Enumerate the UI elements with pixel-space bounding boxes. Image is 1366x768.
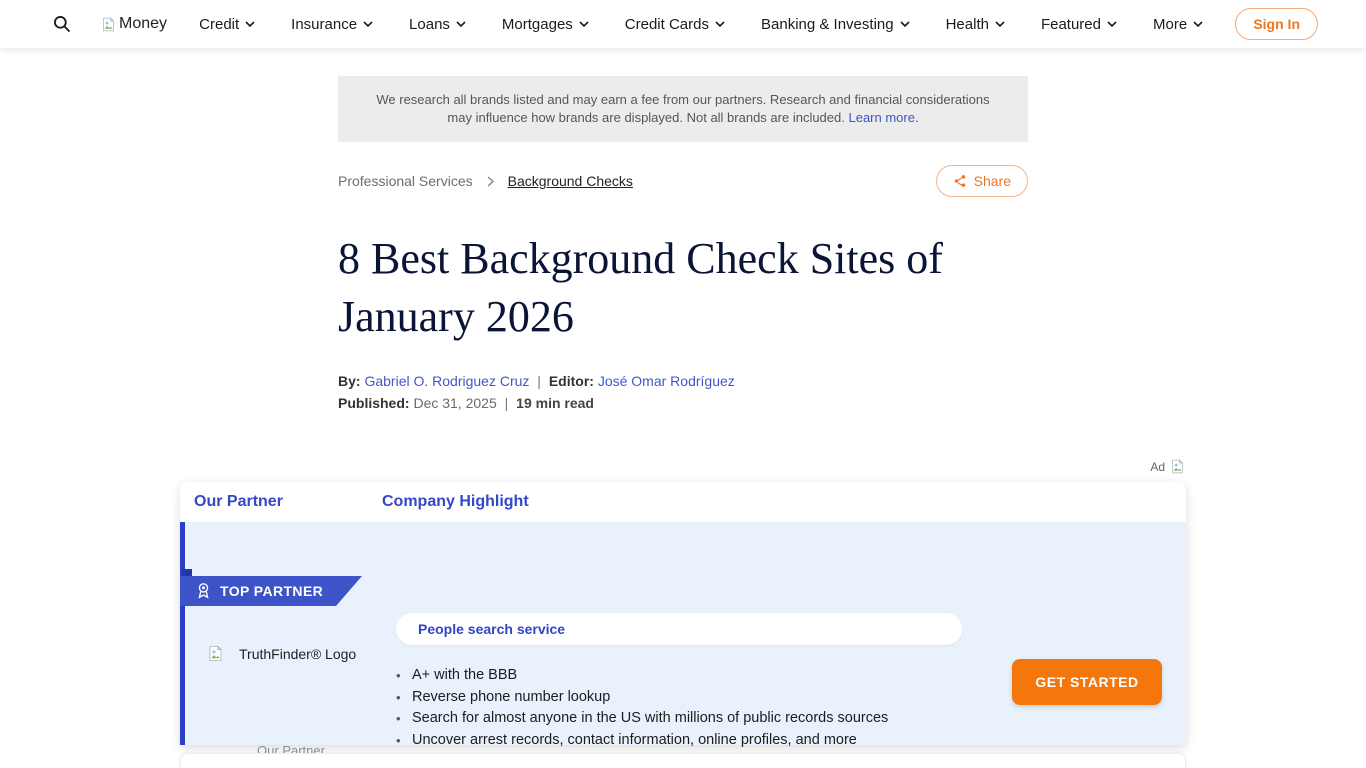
chevron-down-icon [900,21,910,28]
nav-item-featured[interactable]: Featured [1041,16,1117,33]
logo-alt-text: Money [119,15,167,33]
chevron-down-icon [456,21,466,28]
breadcrumb-professional-services[interactable]: Professional Services [338,173,473,189]
author-link[interactable]: Gabriel O. Rodriguez Cruz [364,373,529,389]
money-logo[interactable]: Money [100,15,167,33]
ad-label-row: Ad [180,458,1186,475]
nav-item-more[interactable]: More [1153,16,1203,33]
get-started-button[interactable]: GET STARTED [1012,659,1162,705]
highlight-pill: People search service [396,613,962,645]
share-label: Share [974,173,1011,189]
chevron-down-icon [363,21,373,28]
breadcrumb: Professional Services Background Checks [338,173,633,189]
nav-item-banking-investing[interactable]: Banking & Investing [761,16,910,33]
nav-item-loans[interactable]: Loans [409,16,466,33]
published-line: Published: Dec 31, 2025 | 19 min read [338,395,594,411]
partner-card: Our Partner Company Highlight TOP PARTNE… [180,482,1186,745]
partner-card-header: Our Partner Company Highlight [180,482,1186,522]
top-partner-label: TOP PARTNER [220,583,323,599]
chevron-down-icon [579,21,589,28]
truthfinder-logo[interactable]: TruthFinder® Logo [206,644,356,663]
nav-item-credit[interactable]: Credit [199,16,255,33]
highlight-pill-label: People search service [418,621,565,637]
nav-item-credit-cards[interactable]: Credit Cards [625,16,725,33]
feature-bullet: Uncover arrest records, contact informat… [412,730,888,752]
chevron-down-icon [715,21,725,28]
chevron-down-icon [995,21,1005,28]
learn-more-link[interactable]: Learn more [848,110,914,125]
sign-in-button[interactable]: Sign In [1235,8,1318,40]
share-icon [953,174,967,188]
breadcrumb-row: Professional Services Background Checks … [338,163,1028,199]
ad-label: Ad [1150,460,1165,474]
search-icon[interactable] [50,12,74,36]
read-time: 19 min read [516,395,594,411]
nav-item-mortgages[interactable]: Mortgages [502,16,589,33]
next-partner-card-edge [180,753,1186,768]
company-highlight-column-header: Company Highlight [382,493,529,511]
page-title: 8 Best Background Check Sites of January… [338,230,1030,346]
page: Money Credit Insurance Loans Mortgages C… [0,0,1366,768]
nav-item-insurance[interactable]: Insurance [291,16,373,33]
broken-image-icon [100,16,117,33]
feature-bullet: Reverse phone number lookup [412,687,888,709]
main-nav: Credit Insurance Loans Mortgages Credit … [167,16,1235,33]
partner-card-body: TOP PARTNER TruthFinder® Logo Our Partne… [180,522,1186,745]
broken-image-icon [1169,458,1186,475]
top-navigation-bar: Money Credit Insurance Loans Mortgages C… [0,0,1366,48]
chevron-down-icon [1193,21,1203,28]
share-button[interactable]: Share [936,165,1028,197]
top-partner-badge: TOP PARTNER [180,576,362,606]
feature-bullet: Search for almost anyone in the US with … [412,708,888,730]
editor-link[interactable]: José Omar Rodríguez [598,373,735,389]
broken-image-icon [206,644,225,663]
feature-bullet-list: A+ with the BBB Reverse phone number loo… [412,665,888,751]
chevron-right-icon [487,176,494,187]
breadcrumb-background-checks[interactable]: Background Checks [508,173,633,189]
nav-item-health[interactable]: Health [946,16,1005,33]
chevron-down-icon [1107,21,1117,28]
feature-bullet: A+ with the BBB [412,665,888,687]
medal-icon [196,582,211,600]
logo-alt-text: TruthFinder® Logo [239,646,356,662]
our-partner-column-header: Our Partner [180,493,382,511]
byline: By: Gabriel O. Rodriguez Cruz | Editor: … [338,373,735,389]
advertiser-disclosure: We research all brands listed and may ea… [338,76,1028,142]
chevron-down-icon [245,21,255,28]
ribbon-fold [182,569,192,577]
